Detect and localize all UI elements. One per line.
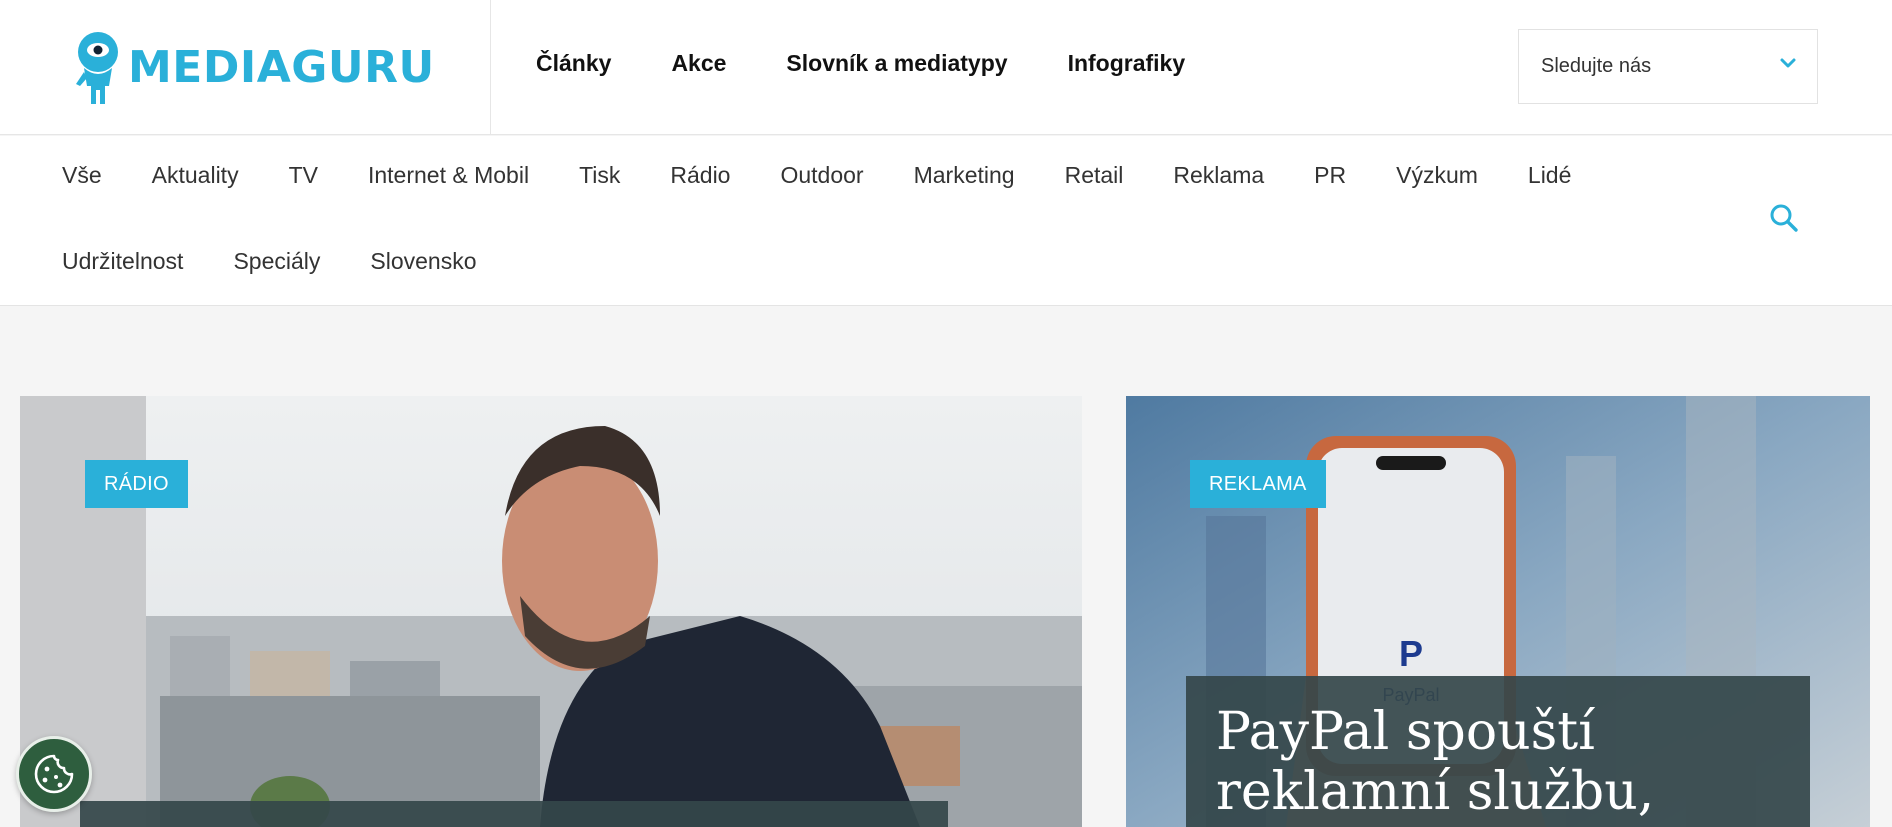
nav-slovnik[interactable]: Slovník a mediatypy [786, 50, 1007, 77]
category-vyzkum[interactable]: Výzkum [1396, 162, 1478, 189]
article-headline-line-1[interactable]: PayPal spouští [1216, 702, 1780, 762]
cookie-settings-button[interactable] [16, 736, 92, 812]
nav-clanky[interactable]: Články [536, 50, 611, 77]
category-reklama[interactable]: Reklama [1173, 162, 1264, 189]
cookie-icon [34, 754, 74, 794]
category-retail[interactable]: Retail [1065, 162, 1124, 189]
category-outdoor[interactable]: Outdoor [780, 162, 863, 189]
category-marketing[interactable]: Marketing [914, 162, 1015, 189]
headline-box: PayPal spouští reklamní službu, [1186, 676, 1810, 827]
category-specialy[interactable]: Speciály [233, 248, 320, 275]
mascot-logo-icon [76, 32, 118, 104]
category-tv[interactable]: TV [289, 162, 318, 189]
nav-akce[interactable]: Akce [671, 50, 726, 77]
article-headline-line-2[interactable]: reklamní službu, [1216, 762, 1780, 822]
category-nav: Vše Aktuality TV Internet & Mobil Tisk R… [0, 136, 1892, 306]
search-icon[interactable] [1768, 202, 1800, 234]
category-tisk[interactable]: Tisk [579, 162, 620, 189]
headline-box [80, 801, 948, 827]
category-pr[interactable]: PR [1314, 162, 1346, 189]
article-card-radio[interactable]: RÁDIO [20, 396, 1082, 827]
follow-us-label: Sledujte nás [1541, 55, 1652, 77]
category-vse[interactable]: Vše [62, 162, 102, 189]
logo-wordmark: MEDIAGURU [128, 41, 435, 93]
category-udrzitelnost[interactable]: Udržitelnost [62, 248, 183, 275]
article-card-reklama[interactable]: P PayPal REKLAMA PayPal spouští reklamní… [1126, 396, 1870, 827]
header-divider [490, 0, 491, 135]
category-badge[interactable]: REKLAMA [1190, 460, 1326, 508]
main-nav: Články Akce Slovník a mediatypy Infograf… [536, 50, 1185, 77]
category-slovensko[interactable]: Slovensko [370, 248, 476, 275]
category-badge[interactable]: RÁDIO [85, 460, 188, 508]
nav-infografiky[interactable]: Infografiky [1068, 50, 1186, 77]
svg-text:P: P [1399, 633, 1423, 674]
category-internet-mobil[interactable]: Internet & Mobil [368, 162, 529, 189]
category-aktuality[interactable]: Aktuality [152, 162, 239, 189]
logo-link[interactable]: MEDIAGURU [72, 28, 435, 106]
follow-us-dropdown[interactable]: Sledujte nás [1518, 29, 1818, 104]
site-header: MEDIAGURU Články Akce Slovník a mediatyp… [0, 0, 1892, 135]
category-row-1: Vše Aktuality TV Internet & Mobil Tisk R… [62, 162, 1621, 189]
category-radio[interactable]: Rádio [670, 162, 730, 189]
category-lide[interactable]: Lidé [1528, 162, 1571, 189]
category-row-2: Udržitelnost Speciály Slovensko [62, 248, 527, 275]
chevron-down-icon [1780, 58, 1796, 68]
